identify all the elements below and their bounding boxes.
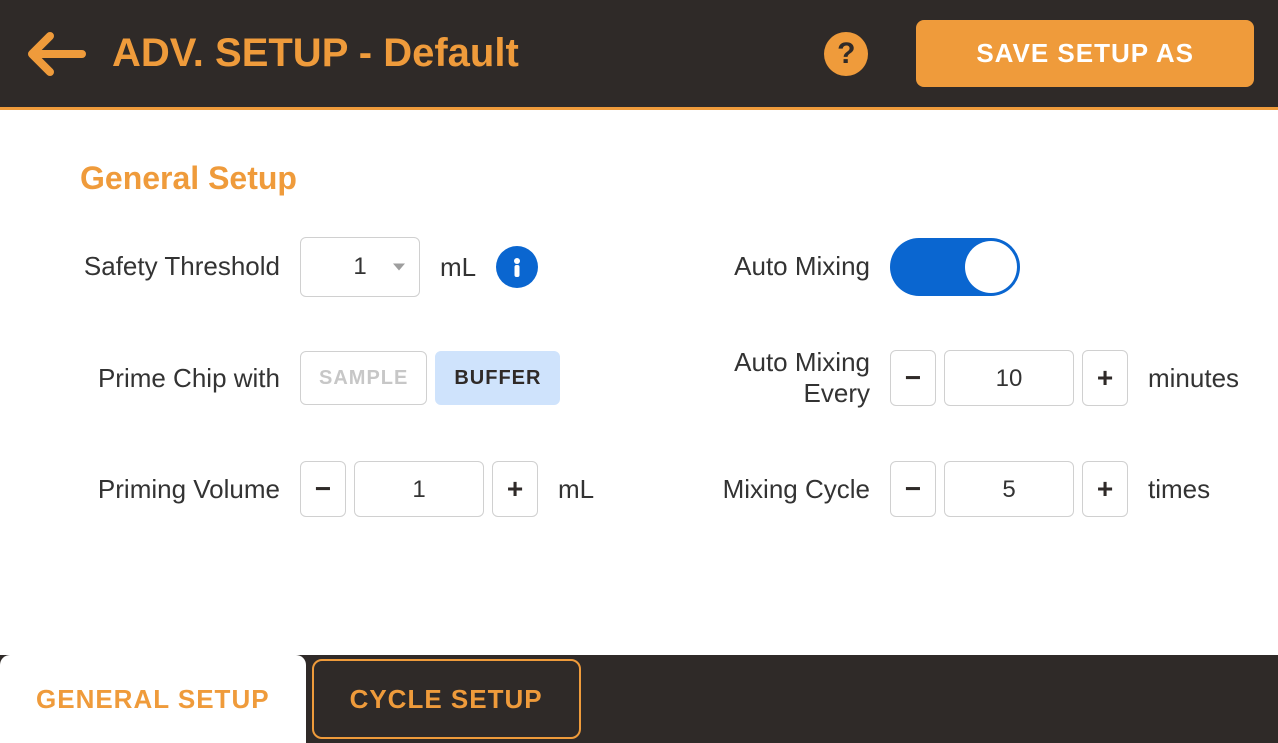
auto-mixing-every-value[interactable]: 10 (944, 350, 1074, 406)
priming-volume-label: Priming Volume (80, 474, 280, 505)
footer-tabs: GENERAL SETUP CYCLE SETUP (0, 655, 1278, 743)
mixing-cycle-value[interactable]: 5 (944, 461, 1074, 517)
auto-mixing-every-decrement[interactable]: − (890, 350, 936, 406)
mixing-cycle-row: Mixing Cycle − 5 + times (700, 459, 1239, 519)
page-title: ADV. SETUP - Default (112, 31, 800, 76)
auto-mixing-label: Auto Mixing (700, 251, 870, 282)
prime-option-buffer[interactable]: BUFFER (435, 351, 560, 405)
priming-volume-stepper: − 1 + (300, 461, 538, 517)
mixing-cycle-label: Mixing Cycle (700, 474, 870, 505)
back-arrow-icon[interactable] (24, 30, 88, 78)
section-title: General Setup (80, 160, 1198, 197)
tab-general-setup[interactable]: GENERAL SETUP (0, 655, 306, 743)
app-header: ADV. SETUP - Default ? SAVE SETUP AS (0, 0, 1278, 110)
auto-mixing-row: Auto Mixing (700, 237, 1239, 297)
prime-chip-row: Prime Chip with SAMPLE BUFFER (80, 347, 640, 409)
prime-chip-segmented: SAMPLE BUFFER (300, 351, 560, 405)
auto-mixing-every-label: Auto Mixing Every (700, 347, 870, 409)
auto-mixing-every-unit: minutes (1148, 363, 1239, 394)
priming-volume-value[interactable]: 1 (354, 461, 484, 517)
auto-mixing-every-stepper: − 10 + (890, 350, 1128, 406)
mixing-cycle-increment[interactable]: + (1082, 461, 1128, 517)
mixing-cycle-stepper: − 5 + (890, 461, 1128, 517)
priming-volume-decrement[interactable]: − (300, 461, 346, 517)
safety-threshold-row: Safety Threshold 1 mL (80, 237, 640, 297)
safety-threshold-value: 1 (353, 253, 366, 281)
help-icon[interactable]: ? (824, 32, 868, 76)
safety-threshold-label: Safety Threshold (80, 251, 280, 282)
chevron-down-icon (393, 264, 405, 271)
tab-cycle-setup[interactable]: CYCLE SETUP (312, 659, 581, 739)
prime-chip-label: Prime Chip with (80, 363, 280, 394)
content-area: General Setup Safety Threshold 1 mL Auto… (0, 110, 1278, 519)
mixing-cycle-decrement[interactable]: − (890, 461, 936, 517)
auto-mixing-every-row: Auto Mixing Every − 10 + minutes (700, 347, 1239, 409)
prime-option-sample[interactable]: SAMPLE (300, 351, 427, 405)
priming-volume-increment[interactable]: + (492, 461, 538, 517)
safety-threshold-unit: mL (440, 252, 476, 283)
auto-mixing-toggle[interactable] (890, 238, 1020, 296)
toggle-knob (965, 241, 1017, 293)
auto-mixing-every-increment[interactable]: + (1082, 350, 1128, 406)
info-icon[interactable] (496, 246, 538, 288)
priming-volume-unit: mL (558, 474, 594, 505)
mixing-cycle-unit: times (1148, 474, 1210, 505)
priming-volume-row: Priming Volume − 1 + mL (80, 459, 640, 519)
safety-threshold-select[interactable]: 1 (300, 237, 420, 297)
save-setup-as-button[interactable]: SAVE SETUP AS (916, 20, 1254, 87)
